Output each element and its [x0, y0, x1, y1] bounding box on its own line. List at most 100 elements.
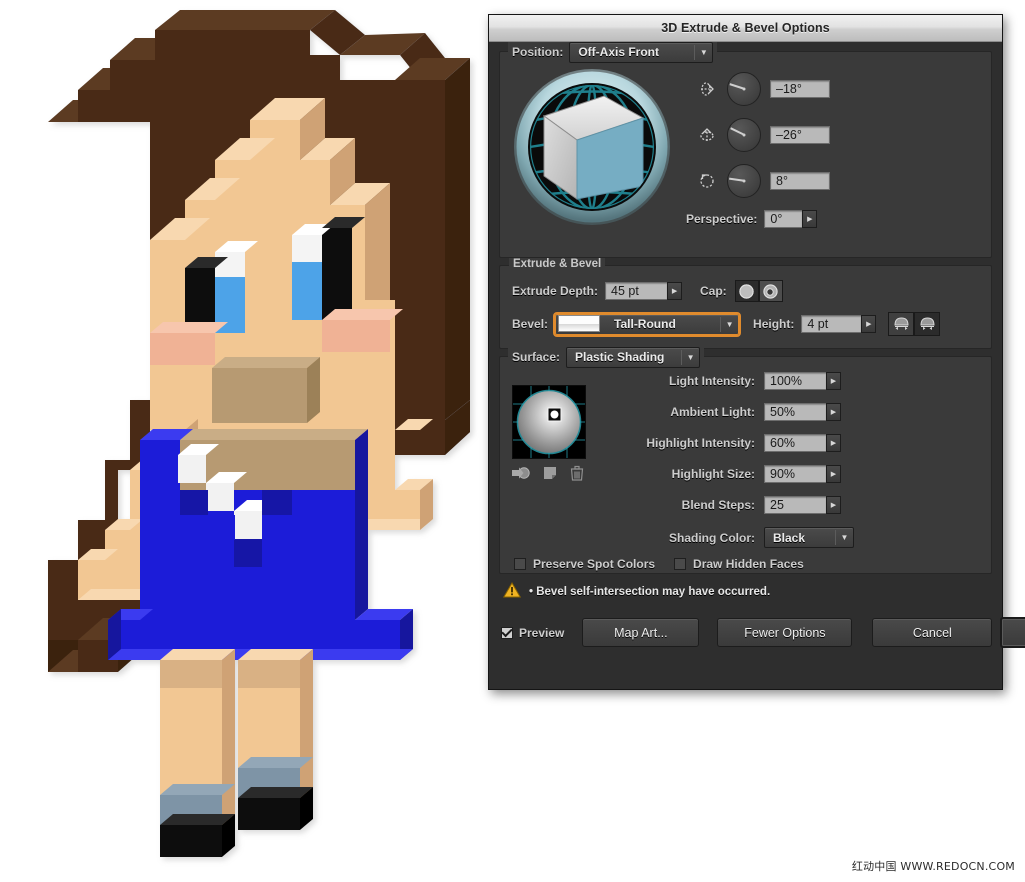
chevron-down-icon: ▼	[836, 528, 853, 547]
3d-extrude-bevel-dialog: 3D Extrude & Bevel Options Position: Off…	[488, 14, 1003, 690]
ambient-light-row: Ambient Light: 50% ▶	[625, 403, 979, 421]
bevel-row: Bevel: Tall-Round ▼ Height: 4 pt ▶	[512, 312, 979, 336]
height-stepper[interactable]: 4 pt ▶	[801, 315, 876, 333]
ambient-light-field[interactable]: 50%	[764, 403, 826, 421]
perspective-label: Perspective:	[686, 212, 757, 226]
warning-row: • Bevel self-intersection may have occur…	[503, 581, 992, 603]
delete-light-icon[interactable]	[570, 465, 584, 486]
bevel-preview-swatch	[558, 315, 600, 332]
cap-hollow-icon	[762, 283, 779, 300]
surface-shading-value: Plastic Shading	[567, 348, 681, 367]
highlight-size-stepper[interactable]: 90% ▶	[764, 465, 841, 483]
highlight-intensity-row: Highlight Intensity: 60% ▶	[625, 434, 979, 452]
preserve-spot-colors-checkbox[interactable]	[514, 558, 526, 570]
position-trackball-widget[interactable]	[511, 66, 673, 228]
shading-color-label: Shading Color:	[625, 531, 764, 545]
blend-steps-stepper[interactable]: 25 ▶	[764, 496, 841, 514]
cap-solid-icon	[738, 283, 755, 300]
cancel-button[interactable]: Cancel	[872, 618, 992, 647]
highlight-size-field[interactable]: 90%	[764, 465, 826, 483]
extrude-depth-stepper[interactable]: 45 pt ▶	[605, 282, 682, 300]
preview-checkbox-group[interactable]: Preview	[501, 626, 564, 640]
surface-legend: Surface: Plastic Shading ▼	[508, 347, 704, 367]
dialog-titlebar: 3D Extrude & Bevel Options	[489, 15, 1002, 42]
dialog-title: 3D Extrude & Bevel Options	[661, 21, 830, 35]
cap-hollow-button[interactable]	[759, 280, 783, 302]
light-sphere-preview[interactable]	[512, 385, 586, 459]
preview-label: Preview	[519, 626, 564, 640]
ambient-light-stepper[interactable]: 50% ▶	[764, 403, 841, 421]
perspective-spin-icon[interactable]: ▶	[802, 210, 817, 228]
rotate-x-field[interactable]: –18°	[770, 80, 830, 98]
cap-solid-button[interactable]	[735, 280, 759, 302]
light-intensity-spin-icon[interactable]: ▶	[826, 372, 841, 390]
shading-color-value: Black	[765, 528, 835, 547]
light-intensity-field[interactable]: 100%	[764, 372, 826, 390]
height-field[interactable]: 4 pt	[801, 315, 861, 333]
rotate-y-dial[interactable]	[727, 118, 761, 152]
blend-steps-field[interactable]: 25	[764, 496, 826, 514]
blend-steps-row: Blend Steps: 25 ▶	[625, 496, 979, 514]
bevel-label: Bevel:	[512, 317, 548, 331]
perspective-row: Perspective: 0° ▶	[686, 210, 817, 228]
extrude-depth-spin-icon[interactable]: ▶	[667, 282, 682, 300]
light-tools-row	[512, 465, 592, 486]
draw-hidden-faces-label: Draw Hidden Faces	[693, 557, 804, 571]
light-intensity-stepper[interactable]: 100% ▶	[764, 372, 841, 390]
preview-checkbox[interactable]	[501, 627, 513, 639]
draw-hidden-faces-checkbox[interactable]	[674, 558, 686, 570]
dialog-footer: Preview Map Art... Fewer Options Cancel …	[499, 617, 992, 648]
cap-label: Cap:	[700, 284, 727, 298]
preserve-spot-colors-label: Preserve Spot Colors	[533, 557, 655, 571]
height-spin-icon[interactable]: ▶	[861, 315, 876, 333]
chevron-down-icon: ▼	[721, 315, 738, 334]
chevron-down-icon: ▼	[682, 348, 699, 367]
warning-text: • Bevel self-intersection may have occur…	[529, 586, 770, 598]
light-sphere-icon	[513, 386, 585, 458]
highlight-intensity-spin-icon[interactable]: ▶	[826, 434, 841, 452]
rotate-z-icon	[696, 170, 718, 192]
ambient-light-spin-icon[interactable]: ▶	[826, 403, 841, 421]
map-art-button[interactable]: Map Art...	[582, 618, 699, 647]
rotation-row-z: 8°	[696, 164, 830, 198]
rotation-row-x: –18°	[696, 72, 830, 106]
pixel-art-girl-3d-extruded	[0, 0, 490, 882]
rotate-y-field[interactable]: –26°	[770, 126, 830, 144]
new-light-icon[interactable]	[512, 466, 530, 485]
surface-shading-select[interactable]: Plastic Shading ▼	[566, 347, 700, 368]
rotate-z-field[interactable]: 8°	[770, 172, 830, 190]
ambient-light-label: Ambient Light:	[625, 405, 764, 419]
ok-button[interactable]: OK	[1000, 617, 1025, 648]
trackball-cube-icon	[511, 66, 673, 228]
canvas-artwork	[0, 0, 490, 882]
rotation-row-y: –26°	[696, 118, 830, 152]
rotate-x-dial[interactable]	[727, 72, 761, 106]
bevel-select[interactable]: Tall-Round ▼	[555, 314, 739, 335]
shading-color-select[interactable]: Black ▼	[764, 527, 854, 548]
rotate-z-dial[interactable]	[727, 164, 761, 198]
highlight-intensity-label: Highlight Intensity:	[625, 436, 764, 450]
extrude-depth-label: Extrude Depth:	[512, 284, 598, 298]
highlight-intensity-stepper[interactable]: 60% ▶	[764, 434, 841, 452]
watermark: 红动中国 WWW.REDOCN.COM	[852, 858, 1015, 874]
surface-label: Surface:	[512, 350, 560, 364]
extrude-bevel-panel: Extrude & Bevel Extrude Depth: 45 pt ▶ C…	[499, 265, 992, 349]
perspective-stepper[interactable]: 0° ▶	[764, 210, 817, 228]
blend-steps-spin-icon[interactable]: ▶	[826, 496, 841, 514]
highlight-size-spin-icon[interactable]: ▶	[826, 465, 841, 483]
rotate-x-icon	[696, 78, 718, 100]
bevel-extent-in-button[interactable]	[914, 312, 940, 336]
blend-steps-label: Blend Steps:	[625, 498, 764, 512]
bevel-value: Tall-Round	[606, 315, 720, 334]
highlight-intensity-field[interactable]: 60%	[764, 434, 826, 452]
height-label: Height:	[753, 317, 794, 331]
extrude-depth-field[interactable]: 45 pt	[605, 282, 667, 300]
surface-fields: Light Intensity: 100% ▶ Ambient Light: 5…	[625, 372, 979, 548]
extrude-depth-row: Extrude Depth: 45 pt ▶ Cap:	[512, 280, 979, 302]
light-intensity-row: Light Intensity: 100% ▶	[625, 372, 979, 390]
perspective-field[interactable]: 0°	[764, 210, 802, 228]
fewer-options-button[interactable]: Fewer Options	[717, 618, 852, 647]
duplicate-light-icon[interactable]	[543, 466, 557, 485]
bevel-extent-out-button[interactable]	[888, 312, 914, 336]
light-intensity-label: Light Intensity:	[625, 374, 764, 388]
